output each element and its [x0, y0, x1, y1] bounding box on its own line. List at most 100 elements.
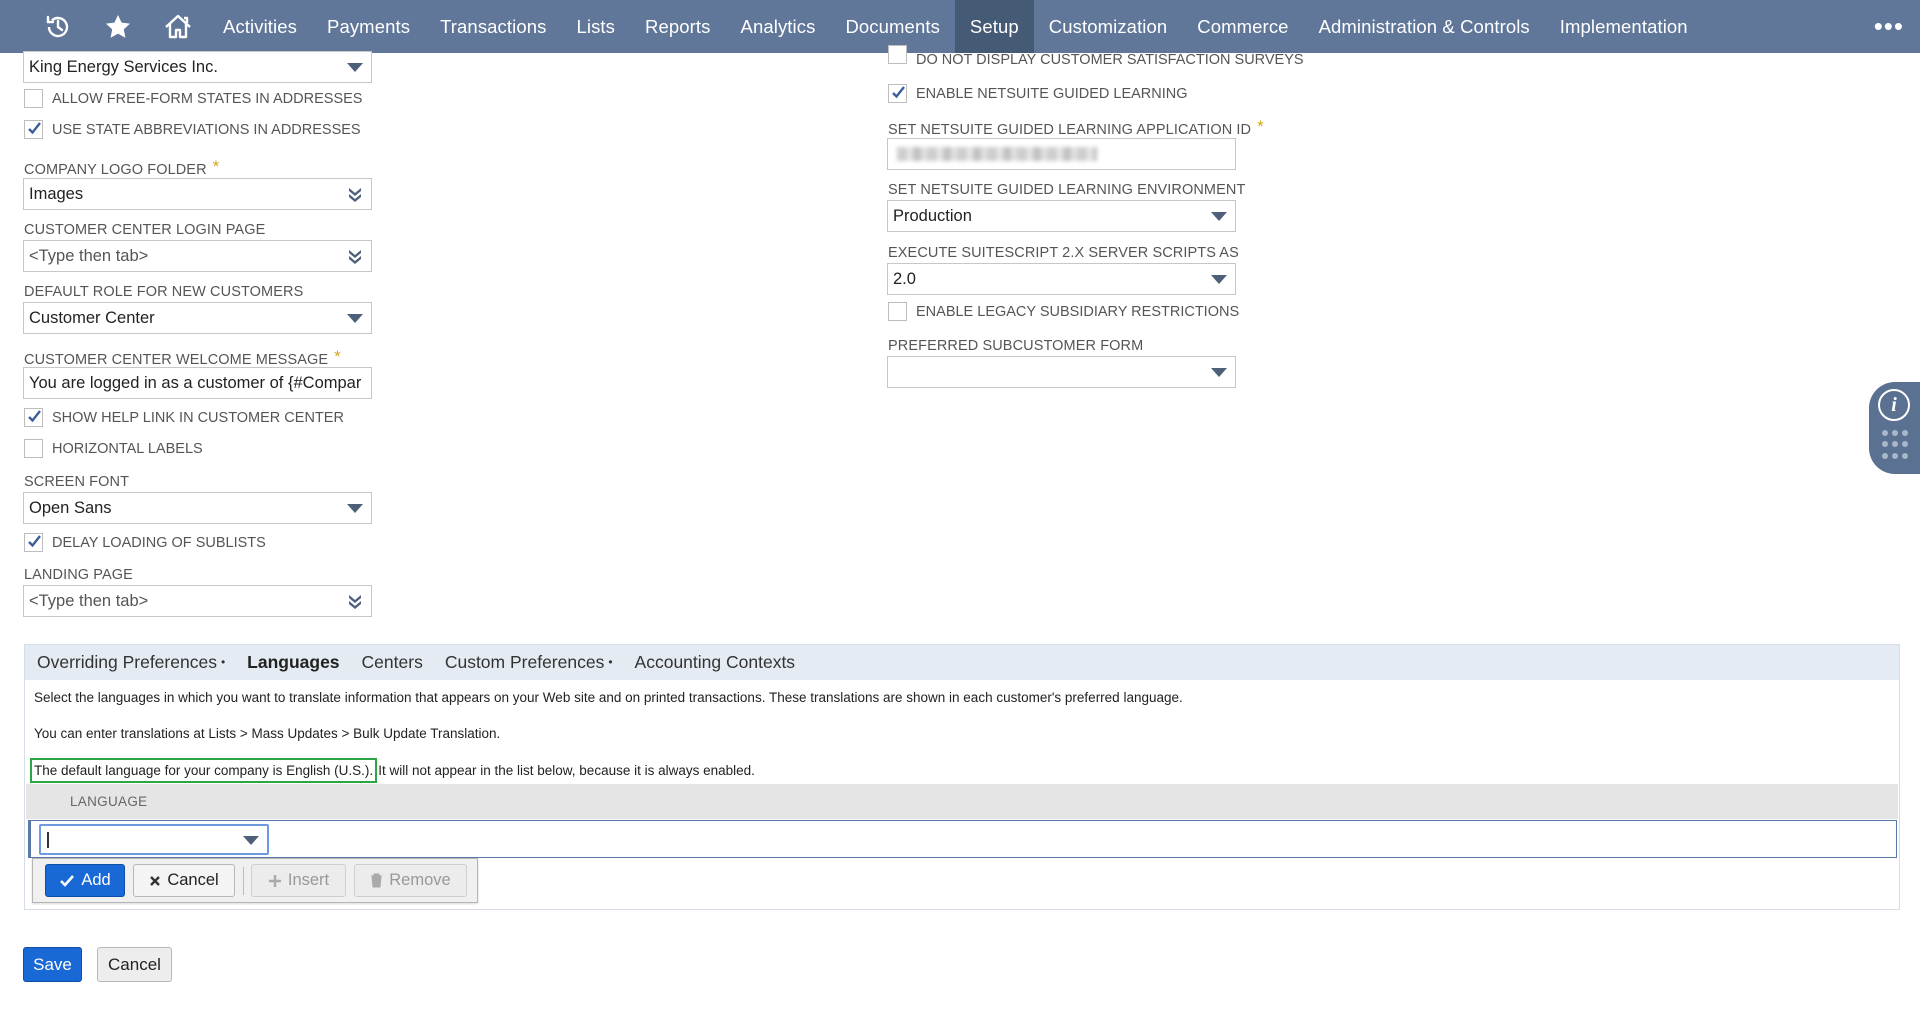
add-button[interactable]: Add: [45, 864, 125, 897]
tab-custom-preferences[interactable]: Custom Preferences •: [445, 652, 613, 673]
checkbox-label: HORIZONTAL LABELS: [52, 440, 203, 457]
row-cancel-button[interactable]: Cancel: [133, 864, 235, 897]
checkbox-label: DELAY LOADING OF SUBLISTS: [52, 534, 266, 551]
customer-center-login-page-label: CUSTOMER CENTER LOGIN PAGE: [24, 222, 266, 238]
gl-app-id-label: SET NETSUITE GUIDED LEARNING APPLICATION…: [888, 117, 1264, 139]
suitescript-select[interactable]: 2.0: [887, 263, 1236, 295]
checkbox-box[interactable]: [24, 408, 43, 427]
guided-learning-widget[interactable]: i: [1869, 382, 1920, 474]
default-role-label: DEFAULT ROLE FOR NEW CUSTOMERS: [24, 284, 304, 300]
welcome-message-label: CUSTOMER CENTER WELCOME MESSAGE *: [24, 347, 341, 369]
nav-administration-controls[interactable]: Administration & Controls: [1304, 0, 1545, 53]
language-edit-row: [28, 820, 1897, 858]
field-placeholder: <Type then tab>: [29, 246, 149, 265]
horizontal-labels-checkbox[interactable]: HORIZONTAL LABELS: [24, 439, 203, 458]
tab-modified-dot: •: [220, 655, 226, 669]
gl-app-id-input[interactable]: [887, 138, 1236, 170]
required-marker: *: [334, 347, 341, 366]
tab-accounting-contexts[interactable]: Accounting Contexts: [635, 652, 796, 673]
checkbox-box[interactable]: [888, 302, 907, 321]
insert-button[interactable]: Insert: [251, 864, 346, 897]
home-icon[interactable]: [148, 0, 208, 53]
screen-font-label: SCREEN FONT: [24, 474, 130, 490]
language-column-header: LANGUAGE: [26, 784, 1898, 819]
star-icon[interactable]: [88, 0, 148, 53]
tab-centers[interactable]: Centers: [362, 652, 423, 673]
drag-handle-icon[interactable]: [1882, 430, 1908, 460]
company-logo-folder-select[interactable]: Images: [23, 178, 372, 210]
remove-button[interactable]: Remove: [354, 864, 467, 897]
top-navigation-bar: Activities Payments Transactions Lists R…: [0, 0, 1920, 53]
save-button[interactable]: Save: [23, 947, 82, 982]
checkbox-box[interactable]: [888, 44, 907, 64]
nav-transactions[interactable]: Transactions: [425, 0, 561, 53]
dropdown-arrow-icon[interactable]: [243, 836, 259, 845]
nav-activities[interactable]: Activities: [208, 0, 312, 53]
welcome-message-input[interactable]: You are logged in as a customer of {#Com…: [23, 367, 372, 399]
dropdown-arrow-icon[interactable]: [1211, 364, 1227, 380]
no-satisfaction-surveys-checkbox[interactable]: DO NOT DISPLAY CUSTOMER SATISFACTION SUR…: [888, 44, 1304, 68]
label-text: COMPANY LOGO FOLDER: [24, 162, 207, 178]
checkbox-box[interactable]: [24, 120, 43, 139]
close-icon: [150, 875, 161, 886]
default-role-select[interactable]: Customer Center: [23, 302, 372, 334]
tab-languages[interactable]: Languages: [247, 652, 339, 673]
nav-reports[interactable]: Reports: [630, 0, 725, 53]
cancel-button[interactable]: Cancel: [97, 947, 172, 982]
info-icon[interactable]: i: [1878, 389, 1910, 421]
nav-payments[interactable]: Payments: [312, 0, 425, 53]
checkbox-box[interactable]: [24, 533, 43, 552]
field-value: 2.0: [893, 269, 916, 288]
checkbox-label: USE STATE ABBREVIATIONS IN ADDRESSES: [52, 121, 361, 138]
delay-loading-sublists-checkbox[interactable]: DELAY LOADING OF SUBLISTS: [24, 533, 266, 552]
checkmark-icon: [28, 122, 41, 135]
tab-label: Centers: [361, 652, 423, 672]
tab-overriding-preferences[interactable]: Overriding Preferences •: [37, 652, 225, 673]
customer-center-login-page-input[interactable]: <Type then tab>: [23, 240, 372, 272]
checkbox-box[interactable]: [888, 84, 907, 103]
default-language-note: The default language for your company is…: [30, 758, 755, 783]
company-select[interactable]: King Energy Services Inc.: [23, 51, 372, 83]
suitescript-label: EXECUTE SUITESCRIPT 2.X SERVER SCRIPTS A…: [888, 245, 1239, 261]
double-chevron-down-icon[interactable]: [347, 186, 363, 202]
landing-page-input[interactable]: <Type then tab>: [23, 585, 372, 617]
checkbox-box[interactable]: [24, 439, 43, 458]
dropdown-arrow-icon[interactable]: [347, 500, 363, 516]
button-label: Remove: [389, 871, 451, 889]
checkbox-label: ENABLE LEGACY SUBSIDIARY RESTRICTIONS: [916, 303, 1240, 320]
double-chevron-down-icon[interactable]: [347, 248, 363, 264]
dropdown-arrow-icon[interactable]: [347, 59, 363, 75]
checkbox-label: ENABLE NETSUITE GUIDED LEARNING: [916, 85, 1188, 102]
use-state-abbreviations-checkbox[interactable]: USE STATE ABBREVIATIONS IN ADDRESSES: [24, 120, 361, 139]
recent-records-icon[interactable]: [28, 0, 88, 53]
tab-label: Accounting Contexts: [634, 652, 796, 672]
label-text: CUSTOMER CENTER WELCOME MESSAGE: [24, 352, 329, 368]
dropdown-arrow-icon[interactable]: [347, 310, 363, 326]
gl-environment-select[interactable]: Production: [887, 200, 1236, 232]
more-menu-icon[interactable]: •••: [1874, 0, 1904, 53]
nav-analytics[interactable]: Analytics: [726, 0, 831, 53]
nav-setup[interactable]: Setup: [954, 0, 1034, 53]
landing-page-label: LANDING PAGE: [24, 567, 133, 583]
nav-customization[interactable]: Customization: [1034, 0, 1183, 53]
checkmark-icon: [892, 86, 905, 99]
subcustomer-form-select[interactable]: [887, 356, 1236, 388]
company-logo-folder-label: COMPANY LOGO FOLDER *: [24, 157, 219, 179]
dropdown-arrow-icon[interactable]: [1211, 208, 1227, 224]
enable-guided-learning-checkbox[interactable]: ENABLE NETSUITE GUIDED LEARNING: [888, 84, 1188, 103]
button-label: Add: [81, 871, 111, 889]
checkbox-box[interactable]: [24, 89, 43, 108]
double-chevron-down-icon[interactable]: [347, 593, 363, 609]
checkbox-label: ALLOW FREE-FORM STATES IN ADDRESSES: [52, 90, 363, 107]
required-marker: *: [1257, 117, 1264, 136]
nav-lists[interactable]: Lists: [561, 0, 630, 53]
show-help-link-checkbox[interactable]: SHOW HELP LINK IN CUSTOMER CENTER: [24, 408, 344, 427]
allow-free-form-states-checkbox[interactable]: ALLOW FREE-FORM STATES IN ADDRESSES: [24, 89, 362, 108]
dropdown-arrow-icon[interactable]: [1211, 271, 1227, 287]
legacy-subsidiary-checkbox[interactable]: ENABLE LEGACY SUBSIDIARY RESTRICTIONS: [888, 302, 1239, 321]
button-separator: [243, 867, 244, 895]
nav-commerce[interactable]: Commerce: [1182, 0, 1303, 53]
language-select[interactable]: [39, 824, 269, 855]
screen-font-select[interactable]: Open Sans: [23, 492, 372, 524]
nav-implementation[interactable]: Implementation: [1545, 0, 1703, 53]
